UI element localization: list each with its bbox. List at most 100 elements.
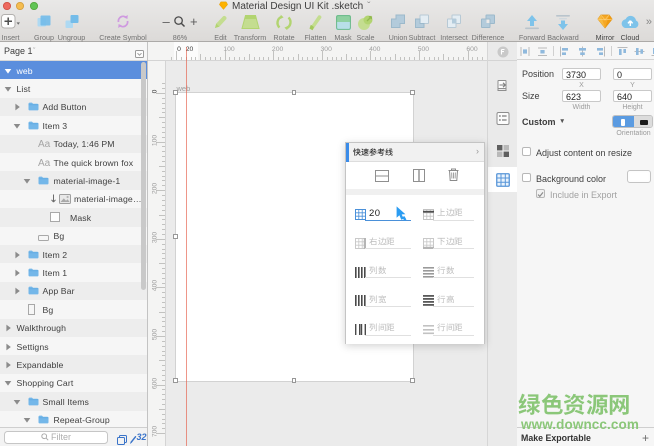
- make-exportable-bar[interactable]: Make Exportable +: [517, 427, 654, 446]
- disclosure-expanded-icon[interactable]: [13, 398, 21, 406]
- layer-row-shopping-cart[interactable]: Shopping Cart: [0, 374, 147, 392]
- layer-row-add-button[interactable]: Add Button: [0, 98, 147, 116]
- swatches-panel-icon[interactable]: [497, 144, 509, 162]
- add-export-icon[interactable]: +: [642, 431, 649, 445]
- resize-handle[interactable]: [410, 90, 415, 95]
- panel-field-4[interactable]: [355, 265, 411, 283]
- position-x-field[interactable]: 3730: [562, 68, 601, 80]
- layer-row-the-quick-brown-fox[interactable]: AaThe quick brown fox: [0, 153, 147, 171]
- toolbar-overflow-icon[interactable]: »: [646, 16, 652, 28]
- resize-handle[interactable]: [173, 378, 178, 383]
- magnifier-icon[interactable]: [173, 14, 186, 29]
- sidebar-scrollbar[interactable]: [141, 62, 146, 290]
- disclosure-collapsed-icon[interactable]: [4, 343, 12, 351]
- size-height-field[interactable]: 640: [613, 90, 652, 102]
- align-left-icon[interactable]: [559, 46, 570, 57]
- layer-row-bg[interactable]: Bg: [0, 227, 147, 245]
- zoom-in-button[interactable]: +: [190, 14, 198, 29]
- layer-row-material-image-1[interactable]: material-image-1: [0, 171, 147, 189]
- position-y-field[interactable]: 0: [613, 68, 652, 80]
- disclosure-expanded-icon[interactable]: [23, 416, 31, 424]
- panel-field-6[interactable]: [355, 293, 411, 311]
- layer-row-today-1-46-pm[interactable]: AaToday, 1:46 PM: [0, 135, 147, 153]
- disclosure-expanded-icon[interactable]: [4, 67, 12, 75]
- disclosure-collapsed-icon[interactable]: [13, 103, 21, 111]
- align-right-icon[interactable]: [595, 46, 606, 57]
- avatar-icon[interactable]: [497, 45, 509, 63]
- zoom-button[interactable]: [30, 2, 38, 10]
- layer-row-walkthrough[interactable]: Walkthrough: [0, 319, 147, 337]
- trash-icon[interactable]: [448, 168, 459, 186]
- disclosure-collapsed-icon[interactable]: [13, 269, 21, 277]
- include-export-checkbox[interactable]: [536, 189, 545, 198]
- close-button[interactable]: [3, 2, 11, 10]
- split-rows-icon[interactable]: [375, 169, 389, 187]
- layer-row-item-3[interactable]: Item 3: [0, 116, 147, 134]
- panel-field-3[interactable]: [423, 236, 474, 254]
- size-width-field[interactable]: 623: [562, 90, 601, 102]
- horizontal-ruler[interactable]: 020100200300400500600: [148, 42, 487, 61]
- preset-caret-icon[interactable]: ▼: [559, 118, 565, 125]
- layer-row-mask[interactable]: Mask: [0, 208, 147, 226]
- minimize-button[interactable]: [16, 2, 24, 10]
- export-panel-icon[interactable]: [496, 79, 509, 97]
- preset-dropdown[interactable]: Custom: [522, 117, 556, 127]
- resize-handle[interactable]: [173, 90, 178, 95]
- landscape-segment[interactable]: [634, 116, 654, 128]
- background-color-well[interactable]: [627, 170, 651, 183]
- filter-input[interactable]: Filter: [4, 431, 108, 444]
- resize-handle[interactable]: [410, 378, 415, 383]
- panel-titlebar[interactable]: ›: [346, 143, 484, 162]
- split-columns-icon[interactable]: [413, 169, 425, 187]
- duplicate-pages-icon[interactable]: [117, 432, 127, 446]
- guide-line[interactable]: [186, 47, 187, 446]
- layer-row-small-items[interactable]: Small Items: [0, 392, 147, 410]
- align-middle-icon[interactable]: [634, 46, 645, 57]
- panel-field-1[interactable]: [423, 207, 474, 225]
- panel-field-5[interactable]: [423, 265, 474, 283]
- pages-header[interactable]: Page 1 ˇ: [0, 42, 147, 61]
- panel-expand-icon[interactable]: ›: [476, 146, 479, 156]
- layer-row-list[interactable]: List: [0, 79, 147, 97]
- layer-row-repeat-group[interactable]: Repeat-Group: [0, 411, 147, 427]
- grid-panel-icon[interactable]: [496, 173, 510, 192]
- portrait-segment[interactable]: [613, 116, 634, 128]
- layer-row-expandable[interactable]: Expandable: [0, 355, 147, 373]
- layer-row-item-2[interactable]: Item 2: [0, 245, 147, 263]
- layer-row-settigns[interactable]: Settigns: [0, 337, 147, 355]
- vertical-ruler[interactable]: 0100200300400500600700: [148, 61, 166, 446]
- zoom-out-button[interactable]: –: [162, 14, 169, 29]
- disclosure-expanded-icon[interactable]: [23, 177, 31, 185]
- panel-field-7[interactable]: [423, 293, 474, 311]
- resize-handle[interactable]: [292, 90, 297, 95]
- disclosure-expanded-icon[interactable]: [13, 122, 21, 130]
- disclosure-expanded-icon[interactable]: [4, 379, 12, 387]
- background-color-checkbox[interactable]: [522, 173, 531, 182]
- panel-field-8[interactable]: [355, 322, 411, 340]
- resize-handle[interactable]: [292, 378, 297, 383]
- distribute-vertically-icon[interactable]: [537, 46, 548, 57]
- layer-row-material-image-[interactable]: material-image…: [0, 190, 147, 208]
- layer-row-web[interactable]: web: [0, 61, 147, 79]
- artboard-label[interactable]: web: [177, 84, 191, 93]
- layer-row-item-1[interactable]: Item 1: [0, 263, 147, 281]
- layer-row-app-bar[interactable]: App Bar: [0, 282, 147, 300]
- disclosure-collapsed-icon[interactable]: [13, 251, 21, 259]
- panel-field-9[interactable]: [423, 322, 474, 340]
- resize-handle[interactable]: [173, 234, 178, 239]
- pages-panel-icon[interactable]: [135, 45, 144, 63]
- align-top-icon[interactable]: [617, 46, 628, 57]
- title-chevron-icon[interactable]: ˇ: [367, 1, 370, 12]
- disclosure-expanded-icon[interactable]: [4, 85, 12, 93]
- orientation-toggle[interactable]: [612, 115, 653, 128]
- notes-panel-icon[interactable]: [496, 112, 509, 130]
- disclosure-collapsed-icon[interactable]: [13, 287, 21, 295]
- disclosure-collapsed-icon[interactable]: [4, 361, 12, 369]
- align-center-icon[interactable]: [577, 46, 588, 57]
- layer-row-bg[interactable]: Bg: [0, 300, 147, 318]
- toolbar-item-create-symbol[interactable]: Create Symbol: [92, 14, 154, 42]
- distribute-horizontally-icon[interactable]: [520, 46, 531, 57]
- panel-field-2[interactable]: [355, 236, 411, 254]
- disclosure-collapsed-icon[interactable]: [4, 324, 12, 332]
- adjust-content-checkbox[interactable]: [522, 147, 531, 156]
